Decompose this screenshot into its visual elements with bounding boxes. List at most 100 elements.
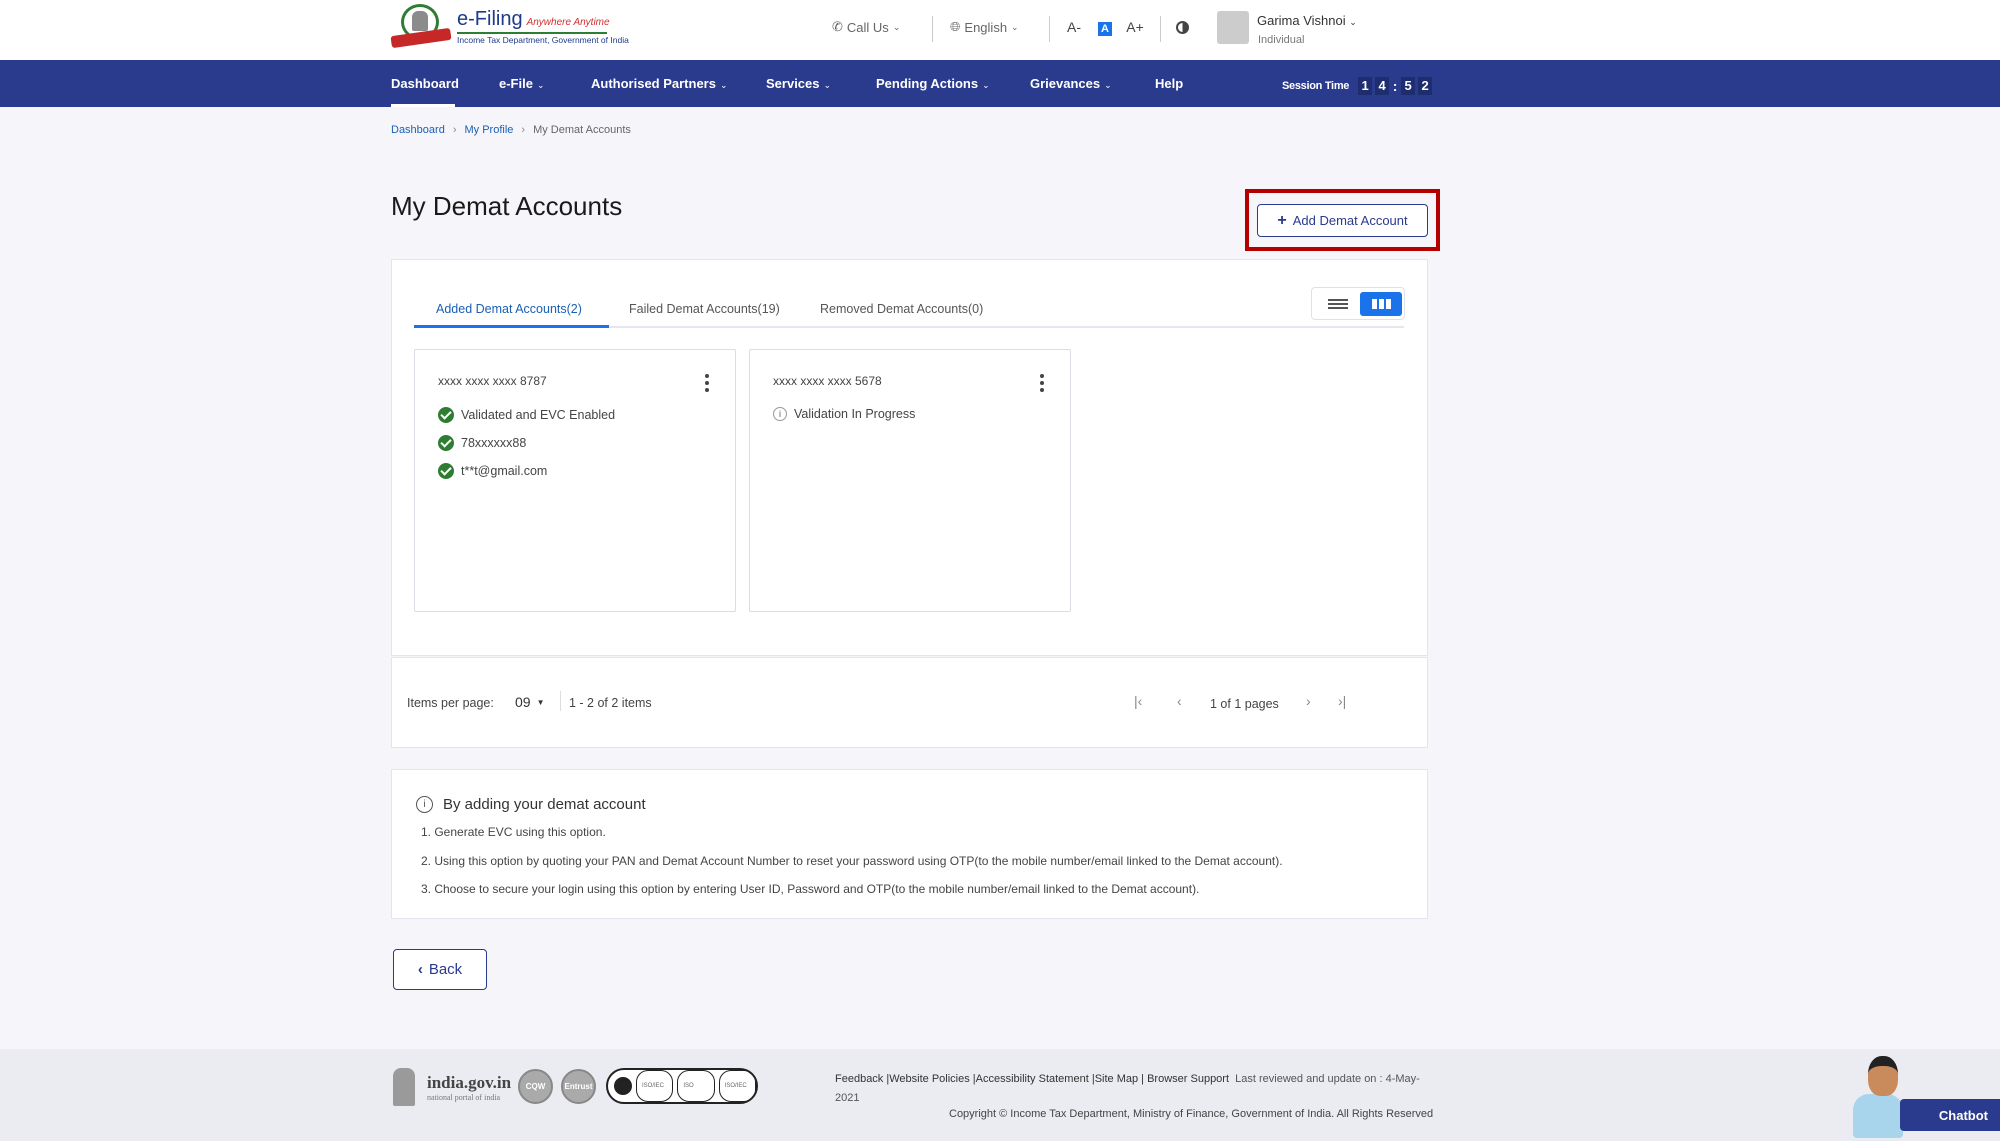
main-nav: Dashboard e-File ⌄ Authorised Partners ⌄ S… (0, 60, 2000, 107)
add-demat-account-button[interactable]: + Add Demat Account (1257, 204, 1428, 237)
account-status-text: Validation In Progress (794, 407, 916, 421)
entrust-badge-icon: Entrust (561, 1069, 596, 1104)
india-gov-link[interactable]: india.gov.in (427, 1073, 511, 1093)
tab-removed-demat-accounts[interactable]: Removed Demat Accounts(0) (820, 302, 983, 316)
previous-page-icon[interactable]: ‹ (1177, 693, 1182, 709)
account-mobile-row: 78xxxxxx88 (438, 435, 526, 451)
user-name: Garima Vishnoi (1257, 13, 1346, 28)
phone-icon: ✆ (832, 19, 843, 34)
demat-account-number: xxxx xxxx xxxx 8787 (438, 374, 547, 388)
chevron-down-icon: ⌄ (536, 80, 545, 90)
items-per-page-label: Items per page: (407, 696, 494, 710)
back-button[interactable]: ‹ Back (393, 949, 487, 990)
india-gov-subtitle: national portal of india (427, 1093, 501, 1102)
chevron-down-icon: ⌄ (1349, 17, 1357, 27)
nav-services[interactable]: Services ⌄ (766, 76, 831, 91)
info-icon: i (416, 796, 433, 813)
active-nav-indicator (391, 104, 455, 107)
footer-link-website-policies[interactable]: Website Policies (889, 1073, 970, 1085)
footer-links: Feedback |Website Policies |Accessibilit… (835, 1073, 1420, 1104)
info-heading: By adding your demat account (443, 796, 646, 813)
plus-icon: + (1277, 211, 1287, 229)
active-tab-indicator (414, 325, 609, 328)
logo-tagline: Anywhere Anytime (526, 16, 610, 28)
nav-efile[interactable]: e-File ⌄ (499, 76, 545, 91)
items-range: 1 - 2 of 2 items (569, 696, 652, 710)
bsi-icon (614, 1077, 632, 1095)
efiling-logo[interactable]: e-Filing Anywhere Anytime Income Tax Dep… (390, 4, 629, 49)
demat-account-number: xxxx xxxx xxxx 5678 (773, 374, 882, 388)
add-demat-account-label: Add Demat Account (1292, 213, 1408, 228)
chevron-down-icon: ⌄ (1104, 80, 1112, 90)
info-icon: i (773, 407, 787, 421)
footer-link-accessibility[interactable]: Accessibility Statement (976, 1073, 1089, 1085)
chatbot-button[interactable]: Chatbot (1900, 1099, 2000, 1131)
user-menu[interactable]: Garima Vishnoi ⌄ (1257, 13, 1357, 28)
nav-pending-actions[interactable]: Pending Actions ⌄ (876, 76, 990, 91)
nav-authorised-partners[interactable]: Authorised Partners ⌄ (591, 76, 728, 91)
account-status-row: Validated and EVC Enabled (438, 407, 615, 423)
back-label: Back (428, 961, 463, 978)
list-view-icon[interactable] (1328, 297, 1348, 311)
account-status-row: i Validation In Progress (773, 407, 915, 421)
page-title: My Demat Accounts (391, 191, 623, 221)
chevron-down-icon: ⌄ (892, 21, 901, 32)
first-page-icon[interactable]: |‹ (1134, 693, 1142, 709)
cqw-badge-icon: CQW (518, 1069, 553, 1104)
grid-view-icon[interactable] (1360, 292, 1402, 316)
session-label: Session Time (1282, 80, 1350, 92)
last-page-icon[interactable]: ›| (1338, 693, 1346, 709)
footer-link-site-map[interactable]: Site Map (1095, 1073, 1138, 1085)
info-line: 2. Using this option by quoting your PAN… (421, 854, 1283, 868)
nav-grievances[interactable]: Grievances ⌄ (1030, 76, 1112, 91)
items-per-page-select[interactable]: 09 ▼ (515, 694, 545, 710)
tab-failed-demat-accounts[interactable]: Failed Demat Accounts(19) (629, 302, 780, 316)
caret-down-icon: ▼ (536, 697, 545, 707)
session-digit: 1 (1358, 77, 1373, 95)
user-role: Individual (1258, 34, 1305, 46)
call-us-label: Call Us (846, 19, 889, 35)
chevron-down-icon: ⌄ (719, 80, 728, 90)
iso-certification-badge: ISO/IEC ISO ISO/IEC (606, 1068, 758, 1104)
language-dropdown[interactable]: 🌐︎ English ⌄ (950, 19, 1019, 35)
chevron-down-icon: ⌄ (982, 80, 990, 90)
session-timer: Session Time 1 4 : 5 2 (1282, 77, 1433, 95)
emblem-icon (390, 4, 452, 49)
increase-font-button[interactable]: A+ (1126, 19, 1144, 35)
footer: india.gov.in national portal of india CQ… (0, 1049, 2000, 1141)
breadcrumb-current: My Demat Accounts (533, 124, 631, 136)
footer-link-feedback[interactable]: Feedback (835, 1073, 883, 1085)
next-page-icon[interactable]: › (1306, 693, 1311, 709)
decrease-font-button[interactable]: A- (1065, 19, 1083, 35)
session-separator: : (1392, 78, 1398, 94)
tab-added-demat-accounts[interactable]: Added Demat Accounts(2) (436, 302, 582, 316)
more-options-icon[interactable] (703, 374, 711, 394)
session-digit: 2 (1418, 77, 1433, 95)
national-emblem-icon (393, 1068, 415, 1106)
pagination-bar: Items per page: 09 ▼ 1 - 2 of 2 items |‹… (391, 657, 1428, 748)
breadcrumb-my-profile[interactable]: My Profile (465, 124, 514, 136)
logo-subtitle: Income Tax Department, Government of Ind… (457, 34, 629, 45)
language-label: English (964, 19, 1008, 35)
default-font-button[interactable]: A (1098, 22, 1112, 36)
info-panel: i By adding your demat account 1. Genera… (391, 769, 1428, 919)
call-us-dropdown[interactable]: ✆ Call Us ⌄ (832, 19, 900, 35)
more-options-icon[interactable] (1038, 374, 1046, 394)
check-circle-icon (438, 463, 454, 479)
nav-dashboard[interactable]: Dashboard (391, 76, 459, 91)
avatar[interactable] (1217, 11, 1249, 44)
footer-link-browser-support[interactable]: Browser Support (1147, 1073, 1229, 1085)
contrast-toggle-icon[interactable] (1176, 21, 1189, 34)
demat-account-card: xxxx xxxx xxxx 8787 Validated and EVC En… (414, 349, 736, 612)
demat-accounts-panel: Added Demat Accounts(2) Failed Demat Acc… (391, 259, 1428, 656)
chatbot-avatar-icon (1868, 1056, 1898, 1096)
tab-bar: Added Demat Accounts(2) Failed Demat Acc… (414, 288, 1404, 328)
breadcrumb-dashboard[interactable]: Dashboard (391, 124, 445, 136)
top-header: e-Filing Anywhere Anytime Income Tax Dep… (0, 0, 2000, 60)
logo-title: e-Filing (457, 7, 523, 30)
globe-icon: 🌐︎ (950, 19, 961, 34)
check-circle-icon (438, 407, 454, 423)
info-line: 3. Choose to secure your login using thi… (421, 882, 1200, 896)
copyright: Copyright © Income Tax Department, Minis… (949, 1108, 1434, 1120)
nav-help[interactable]: Help (1155, 76, 1183, 91)
